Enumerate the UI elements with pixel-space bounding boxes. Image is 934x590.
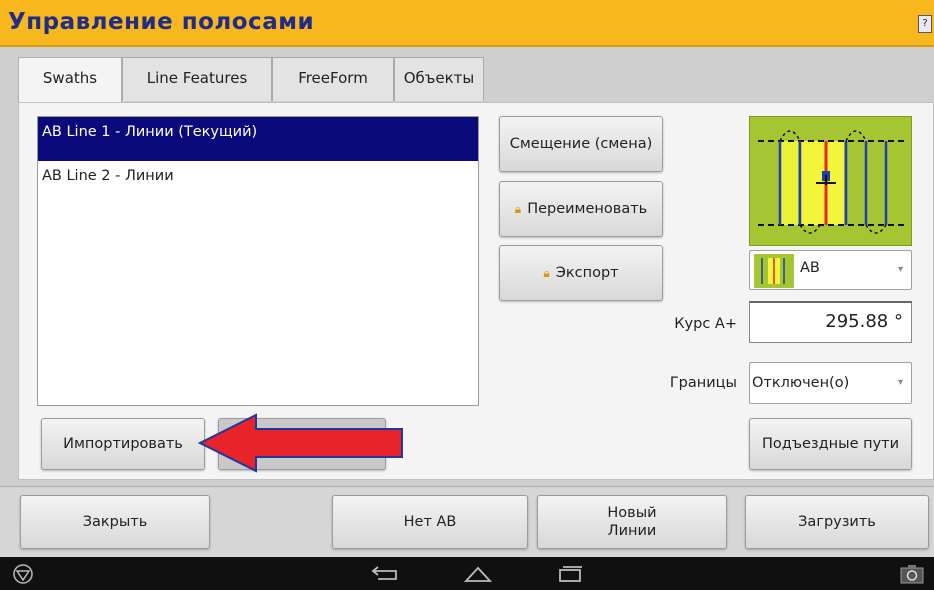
ab-pattern-illustration: [758, 130, 905, 234]
load-button[interactable]: Загрузить: [745, 495, 929, 549]
export-label: Экспорт: [555, 265, 619, 281]
trimble-logo-icon[interactable]: [12, 563, 34, 585]
rename-button[interactable]: 🔒︎ Переименовать: [499, 181, 663, 237]
new-lines-button[interactable]: Новый Линии: [537, 495, 727, 549]
no-ab-button[interactable]: Нет AB: [332, 495, 528, 549]
lines-list[interactable]: AB Line 1 - Линии (Текущий) AB Line 2 - …: [37, 116, 479, 406]
bottom-action-bar: Закрыть Нет AB Новый Линии Загрузить: [0, 486, 934, 557]
camera-icon[interactable]: [900, 563, 924, 585]
back-icon[interactable]: [370, 565, 398, 583]
pattern-value: AB: [800, 260, 820, 276]
pattern-preview: [749, 116, 912, 246]
close-button[interactable]: Закрыть: [20, 495, 210, 549]
ab-pattern-icon: [754, 254, 794, 288]
android-nav-bar: [0, 557, 934, 590]
main-area: Swaths Line Features FreeForm Объекты AB…: [0, 47, 934, 486]
boundaries-select[interactable]: Отключен(о) ▾: [749, 362, 912, 404]
shift-button[interactable]: Смещение (смена): [499, 116, 663, 172]
pattern-select[interactable]: AB ▾: [749, 250, 912, 290]
lock-icon: 🔒︎: [543, 265, 550, 280]
heading-label: Курс A+: [674, 316, 737, 332]
recent-apps-icon[interactable]: [558, 565, 584, 583]
tab-objects[interactable]: Объекты: [394, 57, 484, 101]
chevron-down-icon: ▾: [897, 377, 903, 388]
swaths-panel: AB Line 1 - Линии (Текущий) AB Line 2 - …: [18, 102, 934, 480]
tab-freeform[interactable]: FreeForm: [272, 57, 394, 101]
close-label: Закрыть: [82, 514, 148, 530]
boundaries-value: Отключен(о): [752, 375, 850, 391]
import-button[interactable]: Импортировать: [41, 418, 205, 470]
window-title: Управление полосами: [8, 9, 315, 35]
tab-swaths[interactable]: Swaths: [18, 57, 122, 103]
new-lines-label-2: Линии: [607, 523, 657, 539]
red-arrow-annotation: [198, 413, 403, 473]
list-item[interactable]: AB Line 2 - Линии: [38, 161, 478, 205]
tab-line-features[interactable]: Line Features: [122, 57, 272, 101]
access-paths-button[interactable]: Подъездные пути: [749, 418, 912, 470]
shift-label: Смещение (смена): [509, 136, 653, 152]
home-icon[interactable]: [463, 565, 493, 583]
lock-icon: 🔒︎: [514, 201, 522, 216]
access-paths-label: Подъездные пути: [761, 436, 900, 452]
help-button[interactable]: ?: [918, 15, 932, 33]
import-label: Импортировать: [63, 436, 183, 452]
chevron-down-icon: ▾: [897, 264, 903, 275]
load-label: Загрузить: [798, 514, 876, 530]
export-button[interactable]: 🔒︎ Экспорт: [499, 245, 663, 301]
rename-label: Переименовать: [527, 201, 648, 217]
title-bar: Управление полосами ?: [0, 0, 934, 47]
heading-field[interactable]: 295.88 °: [749, 301, 912, 343]
list-item[interactable]: AB Line 1 - Линии (Текущий): [38, 117, 478, 161]
new-lines-label-1: Новый: [607, 505, 657, 521]
boundaries-label: Границы: [669, 375, 737, 391]
no-ab-label: Нет AB: [403, 514, 457, 530]
